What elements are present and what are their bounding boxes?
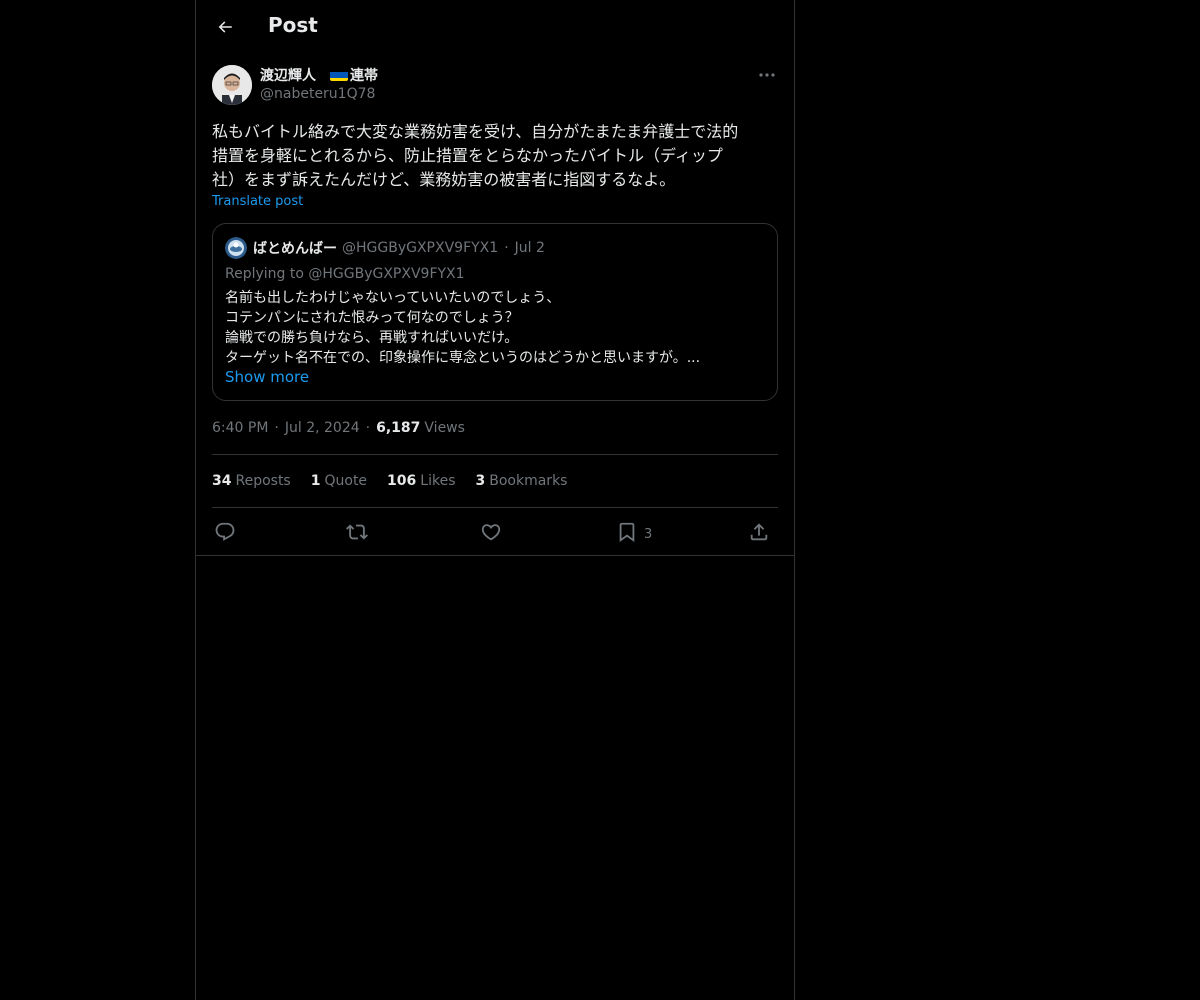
name-row: 渡辺輝人 連帯 <box>260 65 378 85</box>
bookmark-icon <box>619 522 635 543</box>
post-date[interactable]: Jul 2, 2024 <box>285 420 360 436</box>
like-button[interactable] <box>480 518 502 546</box>
post-metadata: 6:40 PM · Jul 2, 2024 · 6,187 Views <box>212 418 465 438</box>
quoted-text-line: 論戦での勝ち負けなら、再戦すればいいだけ。 <box>225 330 519 346</box>
post-column: Post 渡辺輝人 連帯 @nabeteru1Q78 私もバイトル絡みで大変な業… <box>195 0 795 1000</box>
quoted-post-header: ばとめんばー @HGGByGXPXV9FYX1 · Jul 2 <box>225 236 545 260</box>
quoted-text-line: ターゲット名不在での、印象操作に専念というのはどうかと思いますが。... <box>225 350 701 366</box>
quotes-stat[interactable]: 1 Quote <box>311 473 367 489</box>
replying-to: Replying to @HGGByGXPXV9FYX1 <box>225 266 465 282</box>
quoted-display-name: ばとめんばー <box>253 241 337 257</box>
bookmark-button[interactable]: 3 <box>616 518 652 546</box>
share-button[interactable] <box>748 518 770 546</box>
heart-icon <box>481 524 501 541</box>
page-header: Post <box>196 0 794 54</box>
translate-post-link[interactable]: Translate post <box>212 194 303 209</box>
more-options-button[interactable] <box>756 65 778 85</box>
post-time[interactable]: 6:40 PM <box>212 420 268 436</box>
separator-dot: · <box>274 420 279 436</box>
show-more-link[interactable]: Show more <box>225 368 309 386</box>
post-text: 私もバイトル絡みで大変な業務妨害を受け、自分がたまたま弁護士で法的 措置を身軽に… <box>212 122 739 189</box>
more-dots-icon <box>759 73 775 77</box>
arrow-left-icon <box>218 21 232 33</box>
quoted-text: 名前も出したわけじゃないっていいたいのでしょう、 コテンパンにされた恨みって何な… <box>225 288 765 368</box>
avatar[interactable] <box>212 65 252 105</box>
separator-dot: · <box>365 420 371 436</box>
bookmarks-stat[interactable]: 3 Bookmarks <box>476 473 568 489</box>
bookmark-count: 3 <box>644 526 653 542</box>
quoted-post[interactable]: ばとめんばー @HGGByGXPXV9FYX1 · Jul 2 Replying… <box>212 223 778 401</box>
quoted-avatar <box>225 237 247 259</box>
display-name[interactable]: 渡辺輝人 <box>260 65 316 85</box>
divider <box>196 555 794 556</box>
quoted-text-line: 名前も出したわけじゃないっていいたいのでしょう、 <box>225 290 561 306</box>
quoted-text-line: コテンパンにされた恨みって何なのでしょう？ <box>225 310 519 326</box>
divider <box>212 507 778 508</box>
reposts-stat[interactable]: 34 Reposts <box>212 473 291 489</box>
divider <box>212 454 778 455</box>
views-label: Views <box>424 420 465 436</box>
post-author: 渡辺輝人 連帯 @nabeteru1Q78 <box>212 65 778 109</box>
display-name-suffix: 連帯 <box>350 68 378 84</box>
views-count: 6,187 <box>376 420 421 436</box>
repost-button[interactable] <box>346 518 368 546</box>
author-handle[interactable]: @nabeteru1Q78 <box>260 86 375 102</box>
ukraine-flag-icon <box>330 69 348 81</box>
reply-icon <box>215 522 235 541</box>
page-title: Post <box>268 13 318 37</box>
engagement-stats: 34 Reposts 1 Quote 106 Likes 3 Bookmarks <box>212 471 587 491</box>
reply-button[interactable] <box>214 518 236 546</box>
back-button[interactable] <box>210 12 240 42</box>
action-bar: 3 <box>212 518 778 546</box>
quoted-date: Jul 2 <box>514 240 545 256</box>
separator-dot: · <box>504 240 509 256</box>
quoted-handle: @HGGByGXPXV9FYX1 <box>342 240 499 256</box>
likes-stat[interactable]: 106 Likes <box>387 473 455 489</box>
share-icon <box>750 523 768 541</box>
repost-icon <box>346 524 368 540</box>
